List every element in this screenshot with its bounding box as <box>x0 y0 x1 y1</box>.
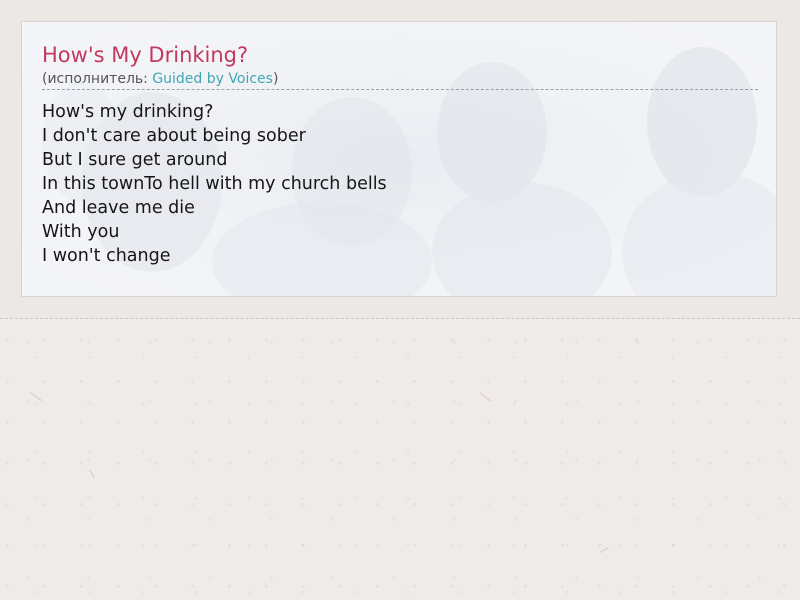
artist-link[interactable]: Guided by Voices <box>152 71 273 87</box>
paper-fiber <box>599 547 609 553</box>
lyric-line: But I sure get around <box>42 150 228 170</box>
lyric-line: In this townTo hell with my church bells <box>42 174 387 194</box>
title-divider <box>42 89 758 90</box>
lyric-line: I don't care about being sober <box>42 126 306 146</box>
paper-fiber <box>89 470 95 478</box>
lyrics-text: How's my drinking? I don't care about be… <box>42 100 756 268</box>
song-title: How's My Drinking? <box>42 43 249 67</box>
card-content: How's My Drinking? (исполнитель: Guided … <box>22 22 776 268</box>
artist-suffix: ) <box>272 71 279 87</box>
lyric-line: I won't change <box>42 246 171 266</box>
lyric-line: With you <box>42 222 120 242</box>
paper-fiber <box>29 392 42 401</box>
artist-credit: (исполнитель: Guided by Voices) <box>42 70 756 88</box>
paper-fiber <box>479 392 492 402</box>
lyrics-card: How's My Drinking? (исполнитель: Guided … <box>21 21 777 297</box>
artist-prefix: (исполнитель: <box>42 71 153 87</box>
lyric-line: And leave me die <box>42 198 195 218</box>
lyric-line: How's my drinking? <box>42 102 214 122</box>
